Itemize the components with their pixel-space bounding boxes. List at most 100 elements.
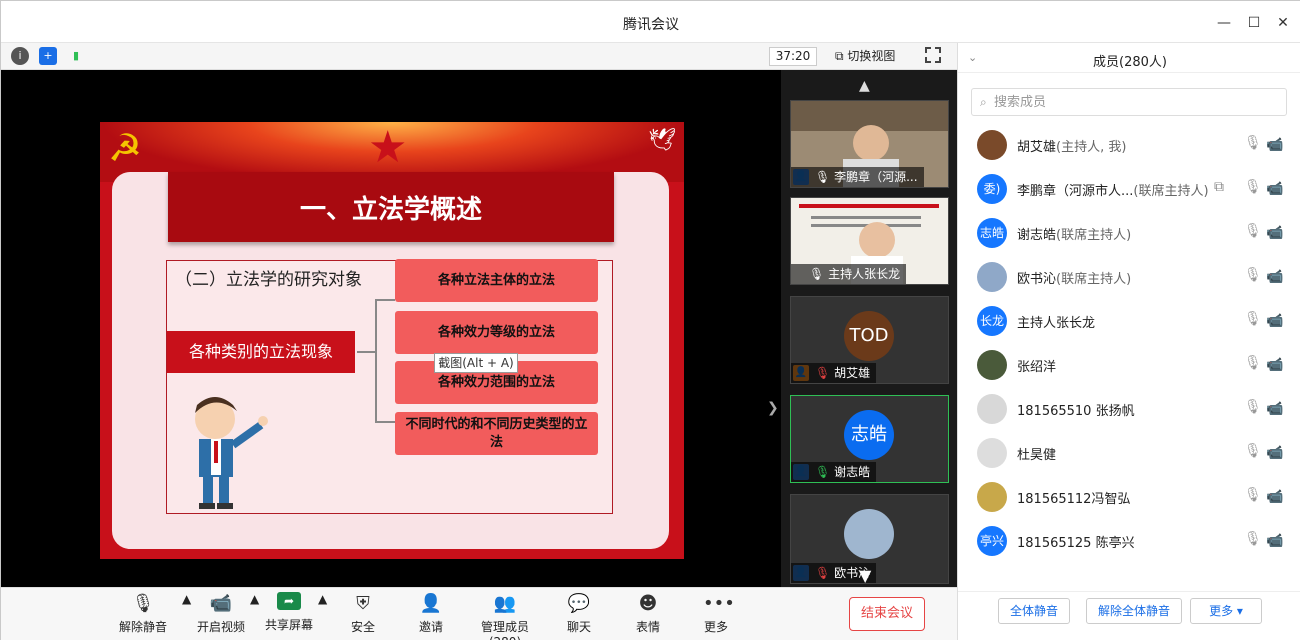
camera-off-icon: 📹 (209, 593, 233, 614)
shield-icon[interactable]: + (39, 47, 57, 65)
camera-off-icon[interactable]: 📹 (1266, 401, 1288, 417)
start-video-button[interactable]: 📹 开启视频 (195, 592, 247, 635)
scroll-up-icon[interactable]: ▲ (859, 78, 870, 94)
thumbnail-4[interactable]: 志皓 👤 🎙 谢志皓 (790, 395, 949, 483)
chevron-right-icon[interactable]: ❯ (767, 400, 779, 416)
search-icon: ⌕ (980, 95, 987, 109)
camera-off-icon[interactable]: 📹 (1266, 269, 1288, 285)
member-name: 谢志皓(联席主持人) (1017, 224, 1131, 243)
thumbnail-1[interactable]: 👤 🎙 李鹏章（河源... (790, 100, 949, 188)
unmute-button[interactable]: 🎙 解除静音 (117, 592, 169, 635)
mic-muted-icon[interactable]: 🎙 (1244, 267, 1262, 285)
share-screen-icon: ➦ (277, 592, 301, 610)
security-label: 安全 (350, 620, 375, 634)
member-role: (主持人, 我) (1056, 140, 1127, 155)
video-options-caret[interactable]: ▲ (250, 592, 259, 606)
member-name-text: 主持人张长龙 (1017, 316, 1096, 331)
camera-off-icon[interactable]: 📹 (1266, 357, 1288, 373)
mic-muted-icon[interactable]: 🎙 (1244, 531, 1262, 549)
start-video-label: 开启视频 (196, 620, 245, 634)
meeting-toolbar: 🎙 解除静音 ▲ 📹 开启视频 ▲ ➦ 共享屏幕 ▲ ⛨ 安全 👤 邀请 👥 管理成员(28… (1, 587, 957, 640)
member-row[interactable]: 亭兴 181565125 陈亭兴 🎙 📹 (958, 519, 1300, 563)
search-input[interactable] (994, 92, 1279, 112)
member-row[interactable]: 胡艾雄(主持人, 我) 🎙 📹 (958, 123, 1300, 167)
shield-icon: ⛨ (356, 593, 370, 614)
mic-icon[interactable]: 🎙 (1244, 311, 1262, 329)
mic-muted-icon[interactable]: 🎙 (1244, 135, 1262, 153)
end-meeting-button[interactable]: 结束会议 (849, 597, 925, 631)
member-row[interactable]: 181565510 张扬帆 🎙 📹 (958, 387, 1300, 431)
mic-icon[interactable]: 🎙 (1244, 179, 1262, 197)
manage-members-label: 管理成员(280) (480, 620, 529, 640)
caret-down-icon: ▾ (1233, 604, 1243, 618)
thumbnail-2[interactable]: 🎙 主持人张长龙 (790, 197, 949, 285)
avatar (977, 482, 1007, 512)
info-icon[interactable]: i (11, 47, 29, 65)
camera-icon[interactable]: 📹 (1266, 313, 1288, 329)
mic-active-icon[interactable]: 🎙 (1244, 223, 1262, 241)
invite-button[interactable]: 👤 邀请 (413, 592, 449, 635)
member-search[interactable]: ⌕ (971, 88, 1287, 116)
thumbnail-3[interactable]: TOD 👤 🎙 胡艾雄 (790, 296, 949, 384)
member-row[interactable]: 杜昊健 🎙 📹 (958, 431, 1300, 475)
mic-muted-icon[interactable]: 🎙 (1244, 355, 1262, 373)
member-name-text: 181565112冯智弘 (1017, 492, 1131, 507)
scroll-down-icon[interactable]: ▼ (859, 566, 871, 585)
slide-subtitle: （二）立法学的研究对象 (175, 270, 362, 290)
mic-muted-icon: 🎙 (815, 566, 835, 580)
member-row[interactable]: 长龙 主持人张长龙 🎙 📹 (958, 299, 1300, 343)
camera-icon[interactable]: 📹 (1266, 181, 1288, 197)
camera-off-icon[interactable]: 📹 (1266, 137, 1288, 153)
avatar: 亭兴 (977, 526, 1007, 556)
member-row[interactable]: 委) 李鹏章（河源市人...(联席主持人) ⧉ 🎙 📹 (958, 167, 1300, 211)
presentation-slide: ★ ☭ 🕊 一、立法学概述 （二）立法学的研究对象 各种类别的立法现象 各种立法… (100, 122, 684, 559)
thumbnail-label: 🎙 主持人张长龙 (791, 264, 907, 284)
camera-off-icon[interactable]: 📹 (1266, 225, 1288, 241)
members-panel-footer: 全体静音 解除全体静音 更多 ▾ (958, 591, 1300, 640)
branch-4: 不同时代的和不同历史类型的立法 (395, 412, 598, 455)
manage-members-button[interactable]: 👥 管理成员(280) (467, 592, 543, 640)
avatar (977, 262, 1007, 292)
audio-options-caret[interactable]: ▲ (182, 592, 191, 606)
mic-muted-icon[interactable]: 🎙 (1244, 399, 1262, 417)
unmute-all-button[interactable]: 解除全体静音 (1086, 598, 1182, 624)
member-name: 181565510 张扬帆 (1017, 400, 1135, 419)
mute-all-button[interactable]: 全体静音 (998, 598, 1070, 624)
thumbnail-name: 胡艾雄 (834, 366, 871, 380)
share-screen-button[interactable]: ➦ 共享屏幕 (263, 592, 315, 633)
camera-off-icon[interactable]: 📹 (1266, 445, 1288, 461)
reactions-button[interactable]: ☻ 表情 (631, 592, 665, 635)
member-name: 欧书沁(联席主持人) (1017, 268, 1131, 287)
mic-muted-icon: 🎙 (131, 593, 155, 614)
chat-button[interactable]: 💬 聊天 (563, 592, 595, 635)
more-button[interactable]: ••• 更多 (699, 592, 735, 635)
chat-icon: 💬 (567, 593, 591, 614)
maximize-icon[interactable]: ☐ (1244, 13, 1264, 33)
member-name: 李鹏章（河源市人...(联席主持人) (1017, 180, 1209, 199)
signal-icon[interactable]: ▮ (67, 47, 85, 65)
branch-2: 各种效力等级的立法 (395, 311, 598, 354)
security-button[interactable]: ⛨ 安全 (345, 592, 381, 635)
member-row[interactable]: 181565112冯智弘 🎙 📹 (958, 475, 1300, 519)
share-options-caret[interactable]: ▲ (318, 592, 327, 606)
close-icon[interactable]: ✕ (1273, 13, 1293, 33)
switch-view-button[interactable]: ⧉ 切换视图 (835, 47, 895, 66)
minimize-icon[interactable]: — (1214, 13, 1234, 33)
video-toolbar: i + ▮ 37:20 ⧉ 切换视图 (1, 43, 957, 70)
more-icon: ••• (703, 593, 735, 614)
window-title: 腾讯会议 (623, 17, 679, 33)
mic-muted-icon[interactable]: 🎙 (1244, 487, 1262, 505)
camera-off-icon[interactable]: 📹 (1266, 533, 1288, 549)
member-row[interactable]: 欧书沁(联席主持人) 🎙 📹 (958, 255, 1300, 299)
fullscreen-icon[interactable] (925, 47, 941, 63)
member-row[interactable]: 张绍洋 🎙 📹 (958, 343, 1300, 387)
camera-off-icon[interactable]: 📹 (1266, 489, 1288, 505)
slide-main-label: 各种类别的立法现象 (167, 331, 355, 373)
mic-icon: 🎙 (809, 267, 829, 281)
member-row[interactable]: 志皓 谢志皓(联席主持人) 🎙 📹 (958, 211, 1300, 255)
panel-more-button[interactable]: 更多 ▾ (1190, 598, 1262, 624)
mic-muted-icon: 🎙 (815, 366, 835, 380)
title-bar: 腾讯会议 — ☐ ✕ (1, 1, 1300, 43)
member-name-text: 181565510 张扬帆 (1017, 404, 1135, 419)
mic-muted-icon[interactable]: 🎙 (1244, 443, 1262, 461)
